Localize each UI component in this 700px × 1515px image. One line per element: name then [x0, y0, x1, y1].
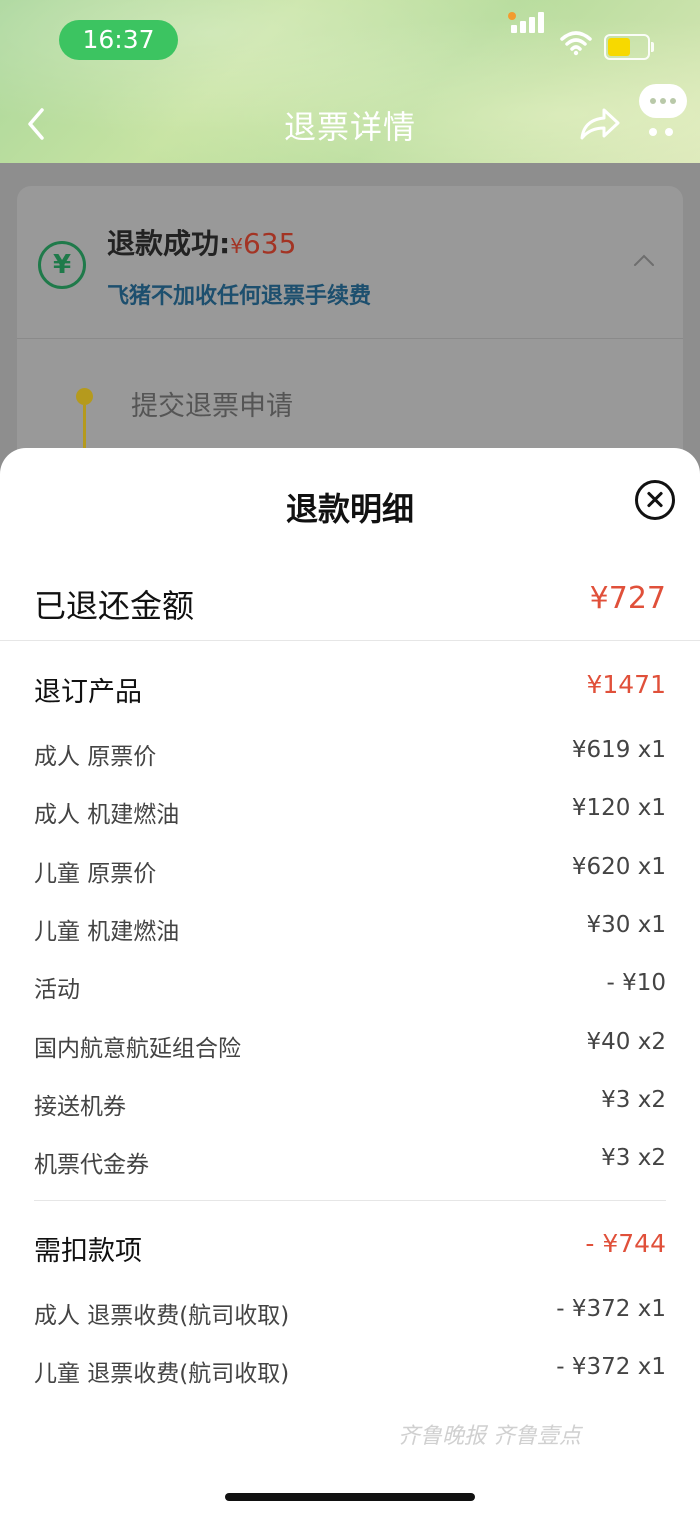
chevron-up-icon[interactable] — [632, 253, 656, 267]
share-icon[interactable] — [578, 104, 622, 144]
refund-note: 飞猪不加收任何退票手续费 — [107, 284, 372, 309]
refunded-amount-row: 已退还金额 ¥727 — [34, 581, 666, 625]
item-value: ¥30 x1 — [586, 912, 666, 938]
item-value: ¥619 x1 — [571, 737, 666, 763]
home-indicator[interactable] — [225, 1493, 475, 1501]
divider — [17, 338, 683, 339]
item-value: ¥120 x1 — [571, 795, 666, 821]
item-label: 儿童 退票收费(航司收取) — [34, 1361, 290, 1387]
item-value: - ¥372 x1 — [556, 1296, 666, 1322]
list-item: 儿童 机建燃油 ¥30 x1 — [34, 912, 666, 945]
status-time: 16:37 — [59, 20, 178, 60]
products-header-row: 退订产品 ¥1471 — [34, 670, 666, 708]
wifi-icon — [560, 31, 592, 56]
header-banner: 16:37 退票详情 — [0, 0, 700, 163]
divider — [0, 640, 700, 641]
item-label: 国内航意航延组合险 — [34, 1036, 241, 1062]
refund-currency: ¥ — [230, 234, 243, 258]
divider — [34, 1200, 666, 1201]
list-item: 儿童 退票收费(航司收取) - ¥372 x1 — [34, 1354, 666, 1387]
timeline-dot — [76, 388, 93, 405]
list-item: 成人 退票收费(航司收取) - ¥372 x1 — [34, 1296, 666, 1329]
yen-circle-icon: ¥ — [38, 241, 86, 289]
list-item: 成人 原票价 ¥619 x1 — [34, 737, 666, 770]
close-icon[interactable] — [635, 480, 675, 520]
deductions-label: 需扣款项 — [34, 1236, 142, 1267]
refunded-amount: ¥727 — [589, 581, 666, 616]
item-label: 成人 原票价 — [34, 744, 157, 770]
privacy-indicator-dot — [508, 12, 516, 20]
item-label: 成人 退票收费(航司收取) — [34, 1303, 290, 1329]
item-value: ¥3 x2 — [601, 1087, 666, 1113]
item-label: 活动 — [34, 977, 80, 1003]
deductions-header-row: 需扣款项 - ¥744 — [34, 1229, 666, 1267]
refund-status-text: 退款成功:¥635 — [107, 222, 296, 262]
item-label: 儿童 机建燃油 — [34, 919, 180, 945]
item-value: ¥40 x2 — [586, 1029, 666, 1055]
list-item: 成人 机建燃油 ¥120 x1 — [34, 795, 666, 828]
battery-icon — [604, 34, 654, 60]
item-value: - ¥372 x1 — [556, 1354, 666, 1380]
products-label: 退订产品 — [34, 677, 142, 708]
list-item: 接送机券 ¥3 x2 — [34, 1087, 666, 1120]
refund-detail-sheet: 退款明细 已退还金额 ¥727 退订产品 ¥1471 成人 原票价 ¥619 x… — [0, 448, 700, 1515]
item-label: 机票代金券 — [34, 1152, 149, 1178]
item-label: 儿童 原票价 — [34, 861, 157, 887]
item-value: ¥620 x1 — [571, 854, 666, 880]
list-item: 儿童 原票价 ¥620 x1 — [34, 854, 666, 887]
deductions-amount: - ¥744 — [585, 1229, 666, 1258]
refund-amount: 635 — [242, 227, 297, 260]
refunded-label: 已退还金额 — [34, 587, 195, 625]
item-label: 成人 机建燃油 — [34, 802, 180, 828]
list-item: 活动 - ¥10 — [34, 970, 666, 1003]
refund-status-label: 退款成功: — [107, 227, 231, 260]
item-label: 接送机券 — [34, 1094, 126, 1120]
list-item: 国内航意航延组合险 ¥40 x2 — [34, 1029, 666, 1062]
products-amount: ¥1471 — [586, 670, 666, 699]
sheet-title: 退款明细 — [285, 490, 414, 528]
timeline-step-label: 提交退票申请 — [131, 391, 293, 422]
watermark: 齐鲁晚报 齐鲁壹点 — [398, 1424, 581, 1449]
list-item: 机票代金券 ¥3 x2 — [34, 1145, 666, 1178]
item-value: - ¥10 — [606, 970, 666, 996]
more-icon[interactable] — [639, 84, 687, 136]
item-value: ¥3 x2 — [601, 1145, 666, 1171]
